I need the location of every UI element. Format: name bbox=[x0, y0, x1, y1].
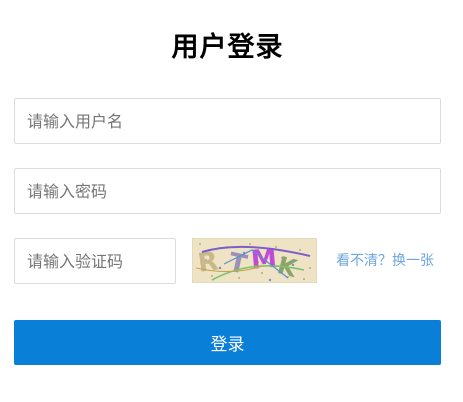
refresh-captcha-link[interactable]: 看不清？换一张 bbox=[336, 252, 434, 270]
login-button[interactable]: 登录 bbox=[14, 320, 441, 365]
password-input[interactable] bbox=[14, 168, 441, 214]
username-input[interactable] bbox=[14, 98, 441, 144]
captcha-image[interactable]: R T M K bbox=[192, 238, 317, 283]
captcha-input[interactable] bbox=[14, 238, 176, 284]
page-title: 用户登录 bbox=[171, 32, 284, 63]
